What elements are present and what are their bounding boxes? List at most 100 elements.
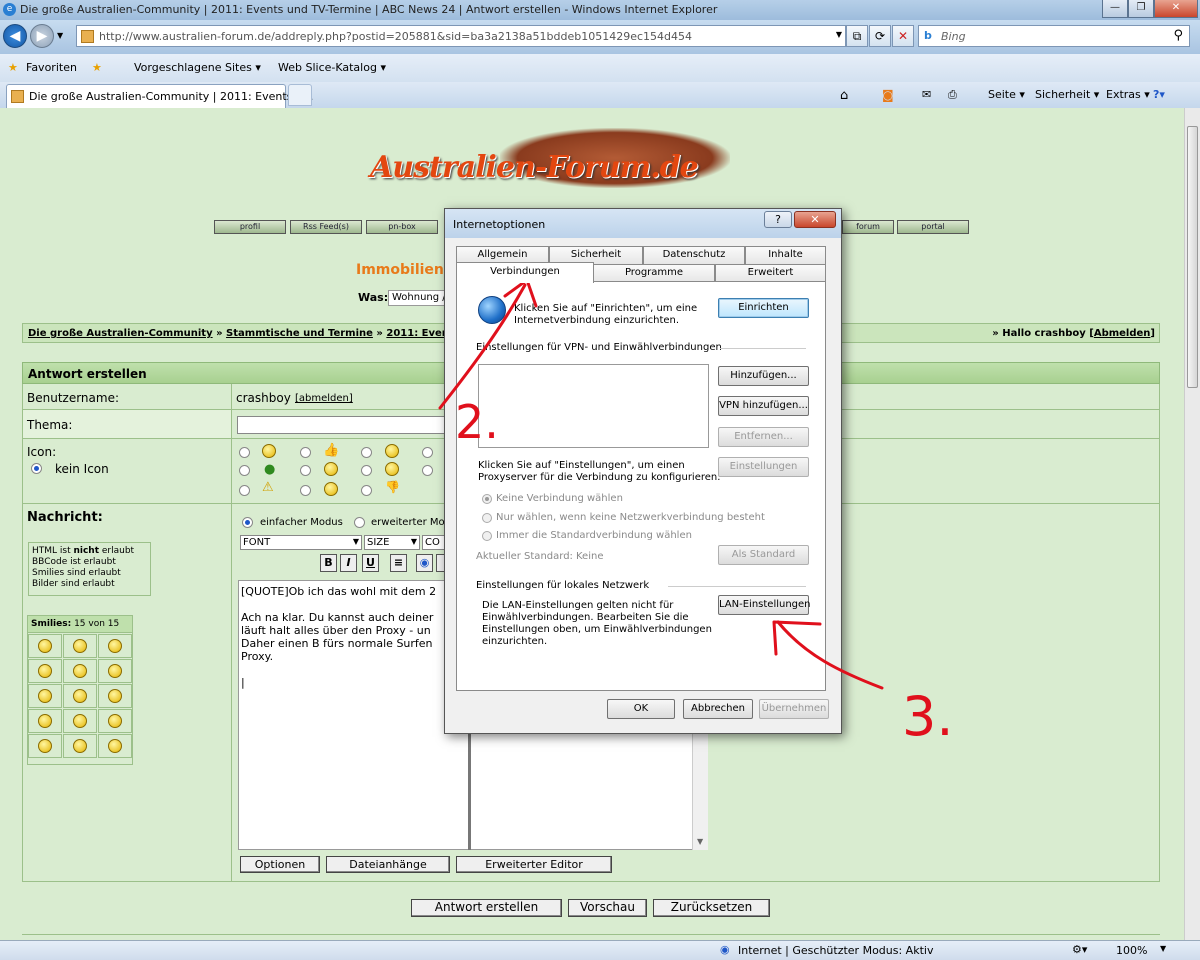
smiley-cell[interactable] [63, 709, 97, 733]
tab-datenschutz[interactable]: Datenschutz [643, 246, 745, 264]
compatibility-view-button[interactable]: ⧉ [846, 25, 868, 47]
remove-button[interactable]: Entfernen... [718, 427, 809, 447]
refresh-button[interactable]: ⟳ [869, 25, 891, 47]
smiley-cell[interactable] [63, 734, 97, 758]
smiley-cell[interactable] [63, 659, 97, 683]
connections-list[interactable] [478, 364, 709, 448]
search-box[interactable]: b Bing ⚲ [918, 25, 1190, 47]
home-icon[interactable]: ⌂ [840, 88, 848, 103]
favorites-button[interactable]: Favoriten [26, 61, 77, 74]
smiley-cell[interactable] [98, 709, 132, 733]
smiley-cell[interactable] [98, 634, 132, 658]
submit-reply-button[interactable]: Antwort erstellen [411, 899, 562, 917]
search-icon[interactable]: ⚲ [1173, 28, 1183, 43]
print-icon[interactable]: ⎙ [948, 88, 957, 102]
lan-settings-button[interactable]: LAN-Einstellungen [718, 595, 811, 615]
size-select[interactable]: SIZE ▼ [364, 535, 420, 550]
tab-inhalte[interactable]: Inhalte [745, 246, 826, 264]
breadcrumb-link-community[interactable]: Die große Australien-Community [28, 328, 213, 339]
add-button[interactable]: Hinzufügen... [718, 366, 809, 386]
nav-pnbox-button[interactable]: pn-box [366, 220, 438, 234]
tab-verbindungen[interactable]: Verbindungen [456, 262, 594, 283]
cancel-button[interactable]: Abbrechen [683, 699, 753, 719]
radio-dial-when-needed[interactable] [482, 513, 492, 523]
thema-input[interactable] [237, 416, 449, 434]
apply-button[interactable]: Übernehmen [759, 699, 829, 719]
setup-button[interactable]: Einrichten [718, 298, 809, 318]
maximize-button[interactable]: ❐ [1128, 0, 1154, 18]
dialog-help-button[interactable]: ? [764, 211, 792, 228]
icon-radio[interactable] [422, 465, 433, 476]
reset-button[interactable]: Zurücksetzen [653, 899, 770, 917]
icon-radio[interactable] [239, 485, 250, 496]
tools-menu[interactable]: Extras ▾ [1106, 88, 1150, 101]
icon-radio[interactable] [300, 447, 311, 458]
fav-item-suggested-sites[interactable]: Vorgeschlagene Sites ▾ [134, 61, 261, 74]
font-select[interactable]: FONT ▼ [240, 535, 362, 550]
tab-programme[interactable]: Programme [593, 264, 715, 282]
smiley-cell[interactable] [98, 734, 132, 758]
smiley-cell[interactable] [28, 634, 62, 658]
icon-radio[interactable] [361, 485, 372, 496]
mode-simple-radio[interactable] [242, 517, 253, 528]
new-tab-button[interactable] [288, 84, 312, 106]
icon-radio[interactable] [422, 447, 433, 458]
scrollbar-thumb[interactable] [1187, 126, 1198, 388]
abmelden-link[interactable]: [abmelden] [295, 393, 353, 404]
smiley-cell[interactable] [98, 684, 132, 708]
advanced-editor-button[interactable]: Erweiterter Editor [456, 856, 612, 873]
options-button[interactable]: Optionen [240, 856, 320, 873]
browser-tab-active[interactable]: Die große Australien-Community | 2011: E… [6, 84, 313, 108]
nav-portal-button[interactable]: portal [897, 220, 969, 234]
smiley-cell[interactable] [98, 659, 132, 683]
link-globe-icon[interactable]: ◉ [416, 554, 433, 572]
stop-button[interactable]: ✕ [892, 25, 914, 47]
safety-menu[interactable]: Sicherheit ▾ [1035, 88, 1099, 101]
close-window-button[interactable]: ✕ [1154, 0, 1198, 18]
zoom-level[interactable]: 100% [1116, 944, 1147, 957]
set-default-button[interactable]: Als Standard [718, 545, 809, 565]
logout-link[interactable]: Abmelden [1094, 328, 1151, 339]
rss-icon[interactable]: ◙ [882, 88, 894, 102]
mail-icon[interactable]: ✉ [922, 88, 931, 101]
smiley-cell[interactable] [28, 659, 62, 683]
smiley-cell[interactable] [28, 709, 62, 733]
minimize-button[interactable]: — [1102, 0, 1128, 18]
italic-button[interactable]: I [340, 554, 357, 572]
smiley-cell[interactable] [28, 734, 62, 758]
icon-radio[interactable] [239, 447, 250, 458]
page-menu[interactable]: Seite ▾ [988, 88, 1025, 101]
zoom-dropdown-icon[interactable]: ▼ [1160, 944, 1166, 953]
nav-forum-button[interactable]: forum [842, 220, 894, 234]
address-bar[interactable]: http://www.australien-forum.de/addreply.… [76, 25, 846, 47]
icon-radio[interactable] [361, 465, 372, 476]
icon-radio[interactable] [239, 465, 250, 476]
underline-button[interactable]: U [362, 554, 379, 572]
align-button[interactable]: ≡ [390, 554, 407, 572]
smiley-cell[interactable] [63, 684, 97, 708]
fav-item-web-slice[interactable]: Web Slice-Katalog ▾ [278, 61, 386, 74]
radio-always-dial[interactable] [482, 531, 492, 541]
dialog-close-button[interactable]: ✕ [794, 211, 836, 228]
address-dropdown-icon[interactable]: ▼ [836, 30, 842, 39]
history-dropdown-icon[interactable]: ▼ [57, 31, 63, 40]
nav-profil-button[interactable]: profil [214, 220, 286, 234]
preview-button[interactable]: Vorschau [568, 899, 647, 917]
page-scrollbar[interactable] [1184, 108, 1200, 940]
radio-no-dial[interactable] [482, 494, 492, 504]
icon-radio[interactable] [300, 485, 311, 496]
settings-button[interactable]: Einstellungen [718, 457, 809, 477]
ok-button[interactable]: OK [607, 699, 675, 719]
back-button[interactable]: ◀ [3, 24, 27, 48]
smiley-cell[interactable] [63, 634, 97, 658]
smiley-cell[interactable] [28, 684, 62, 708]
bold-button[interactable]: B [320, 554, 337, 572]
add-favorite-icon[interactable]: ★ [92, 61, 102, 74]
help-icon[interactable]: ?▾ [1153, 88, 1165, 101]
mode-extended-radio[interactable] [354, 517, 365, 528]
was-input[interactable]: Wohnung / [388, 290, 448, 306]
icon-radio-none[interactable] [31, 463, 42, 474]
breadcrumb-link-stammtische[interactable]: Stammtische und Termine [226, 328, 373, 339]
icon-radio[interactable] [361, 447, 372, 458]
attachments-button[interactable]: Dateianhänge [326, 856, 450, 873]
